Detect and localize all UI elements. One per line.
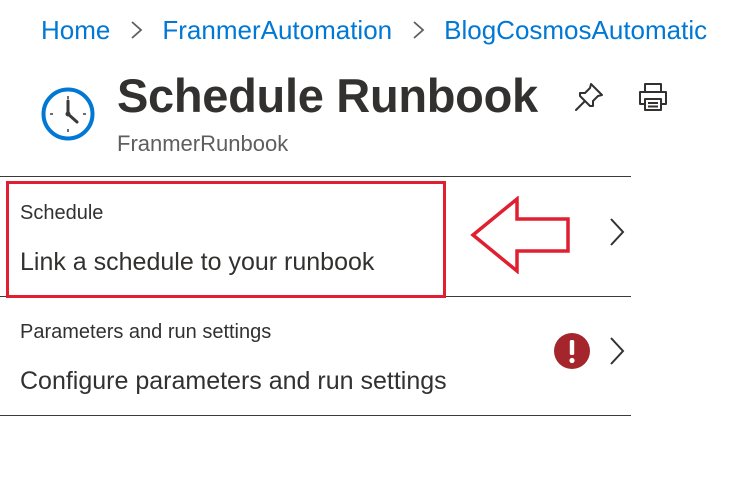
breadcrumb: Home FranmerAutomation BlogCosmosAutomat… — [41, 14, 707, 46]
parameters-row-label: Parameters and run settings — [20, 321, 272, 343]
print-icon[interactable] — [636, 80, 670, 114]
breadcrumb-runbook[interactable]: BlogCosmosAutomatic — [444, 15, 707, 46]
page-subtitle: FranmerRunbook — [117, 131, 289, 156]
breadcrumb-home[interactable]: Home — [41, 15, 110, 46]
row-divider — [0, 176, 631, 177]
chevron-right-icon[interactable] — [606, 335, 628, 367]
parameters-row-value: Configure parameters and run settings — [20, 367, 447, 395]
error-icon — [554, 333, 590, 369]
pin-icon[interactable] — [572, 80, 606, 114]
annotation-arrow-left-icon — [470, 196, 570, 274]
breadcrumb-automation-account[interactable]: FranmerAutomation — [162, 15, 392, 46]
schedule-runbook-blade: Home FranmerAutomation BlogCosmosAutomat… — [0, 0, 733, 498]
parameters-row[interactable]: Parameters and run settings Configure pa… — [0, 298, 631, 414]
chevron-right-icon[interactable] — [606, 216, 628, 248]
row-divider — [0, 415, 631, 416]
page-title: Schedule Runbook — [117, 69, 538, 122]
chevron-right-icon — [413, 21, 425, 39]
clock-icon — [41, 87, 95, 141]
chevron-right-icon — [131, 21, 143, 39]
annotation-highlight-box — [6, 181, 446, 298]
